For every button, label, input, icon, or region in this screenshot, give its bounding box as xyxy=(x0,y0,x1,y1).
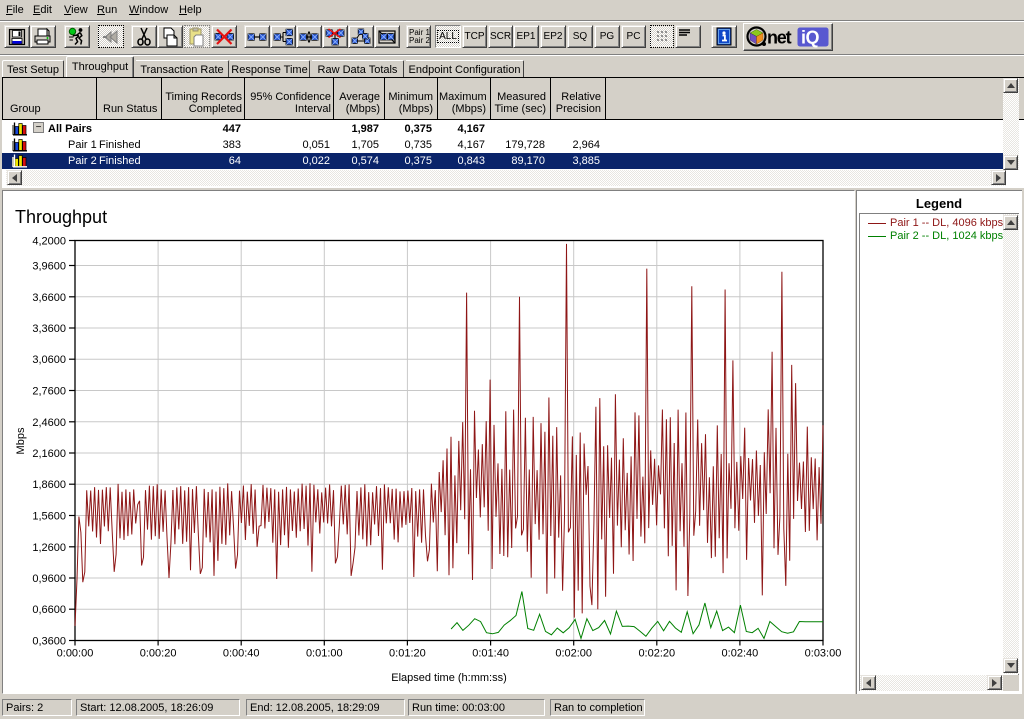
svg-text:2,1600: 2,1600 xyxy=(32,448,66,460)
svg-text:3,3600: 3,3600 xyxy=(32,323,66,335)
svg-text:Throughput: Throughput xyxy=(15,207,107,227)
svg-text:net: net xyxy=(767,28,792,48)
svg-text:3,0600: 3,0600 xyxy=(32,354,66,366)
svg-text:0,9600: 0,9600 xyxy=(32,573,66,585)
svg-text:4,2000: 4,2000 xyxy=(32,236,66,248)
svg-text:0:01:40: 0:01:40 xyxy=(472,648,509,660)
svg-text:3,9600: 3,9600 xyxy=(32,261,66,273)
svg-text:Mbps: Mbps xyxy=(15,427,27,454)
svg-text:2,4600: 2,4600 xyxy=(32,417,66,429)
svg-text:0:01:00: 0:01:00 xyxy=(306,648,343,660)
svg-text:1,5600: 1,5600 xyxy=(32,511,66,523)
svg-text:0:00:00: 0:00:00 xyxy=(57,648,94,660)
svg-text:0:02:00: 0:02:00 xyxy=(555,648,592,660)
svg-text:2,7600: 2,7600 xyxy=(32,386,66,398)
svg-text:iQ: iQ xyxy=(801,28,820,48)
svg-text:0,3600: 0,3600 xyxy=(32,636,66,648)
svg-text:Elapsed time (h:mm:ss): Elapsed time (h:mm:ss) xyxy=(391,672,507,684)
svg-text:0:01:20: 0:01:20 xyxy=(389,648,426,660)
svg-text:0,6600: 0,6600 xyxy=(32,604,66,616)
svg-text:3,6600: 3,6600 xyxy=(32,292,66,304)
svg-text:0:00:20: 0:00:20 xyxy=(140,648,177,660)
svg-text:0:00:40: 0:00:40 xyxy=(223,648,260,660)
svg-text:1,8600: 1,8600 xyxy=(32,479,66,491)
svg-text:0:03:00: 0:03:00 xyxy=(805,648,842,660)
svg-text:0:02:20: 0:02:20 xyxy=(638,648,675,660)
svg-text:1,2600: 1,2600 xyxy=(32,542,66,554)
svg-text:0:02:40: 0:02:40 xyxy=(722,648,759,660)
